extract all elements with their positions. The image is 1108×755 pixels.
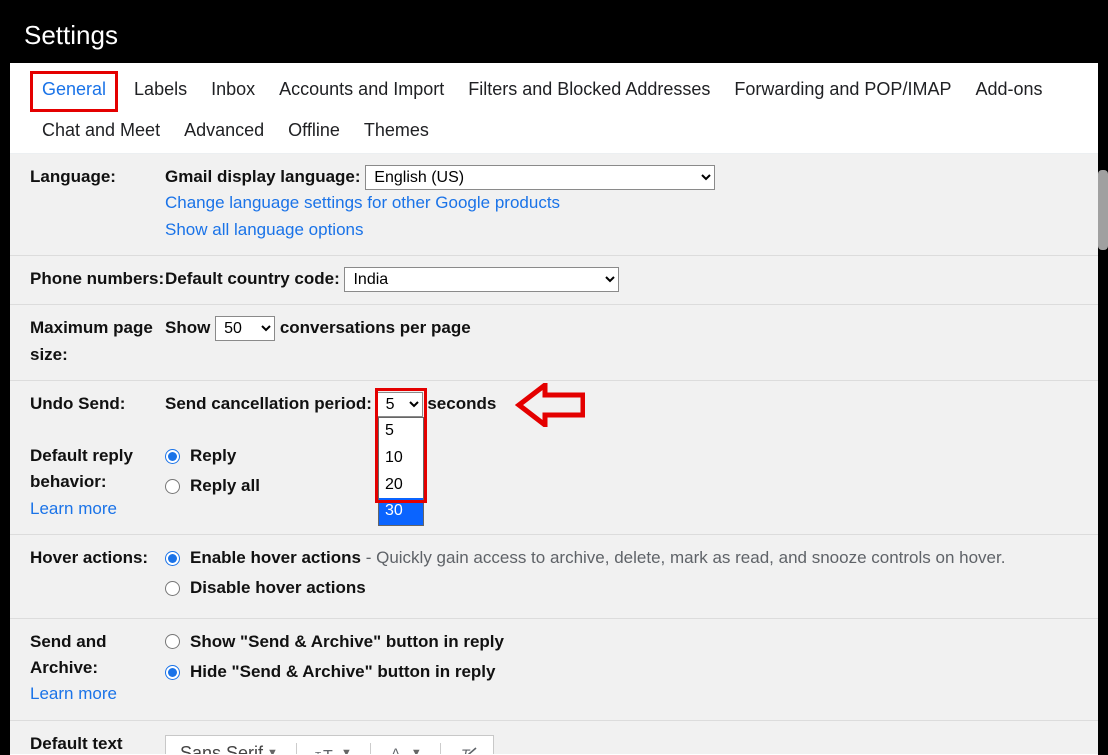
font-size-icon[interactable]: TT ▼ (315, 745, 352, 754)
hover-label: Hover actions: (30, 545, 165, 606)
svg-text:T: T (323, 748, 333, 754)
section-undo-send: Undo Send: Send cancellation period: 5 s… (10, 381, 1098, 433)
radio-show-sendarchive[interactable] (165, 634, 180, 649)
section-hover: Hover actions: Enable hover actions - Qu… (10, 535, 1098, 619)
hover-disable-label: Disable hover actions (190, 575, 366, 601)
chevron-down-icon: ▼ (267, 745, 278, 754)
pagesize-prefix: Show (165, 318, 210, 337)
page-title: Settings (24, 20, 1084, 51)
sa-hide-label: Hide "Send & Archive" button in reply (190, 659, 495, 685)
separator (370, 743, 371, 754)
settings-tabs: General Labels Inbox Accounts and Import… (10, 63, 1098, 154)
radio-hover-disable[interactable] (165, 581, 180, 596)
tab-themes[interactable]: Themes (352, 112, 441, 153)
text-color-icon[interactable]: A ▼ (389, 745, 422, 754)
separator (296, 743, 297, 754)
sa-show-label: Show "Send & Archive" button in reply (190, 629, 504, 655)
sendarchive-learn-more[interactable]: Learn more (30, 684, 117, 703)
radio-hover-enable[interactable] (165, 551, 180, 566)
undo-option-20[interactable]: 20 (379, 472, 423, 499)
language-label: Language: (30, 164, 165, 243)
undo-period-select[interactable]: 5 (377, 392, 423, 417)
tab-offline[interactable]: Offline (276, 112, 352, 153)
separator (440, 743, 441, 754)
tab-forwarding[interactable]: Forwarding and POP/IMAP (722, 71, 963, 112)
sendarchive-label: Send and Archive: Learn more (30, 629, 165, 708)
reply-option-replyall: Reply all (190, 473, 260, 499)
pagesize-suffix: conversations per page (280, 318, 471, 337)
undo-option-5[interactable]: 5 (379, 418, 423, 445)
radio-reply[interactable] (165, 449, 180, 464)
defaulttext-label: Default text (30, 731, 165, 754)
section-phone: Phone numbers: Default country code: Ind… (10, 256, 1098, 305)
section-send-archive: Send and Archive: Learn more Show "Send … (10, 619, 1098, 721)
undo-option-10[interactable]: 10 (379, 445, 423, 472)
radio-hide-sendarchive[interactable] (165, 665, 180, 680)
tab-inbox[interactable]: Inbox (199, 71, 267, 112)
clear-format-icon[interactable]: T (459, 745, 479, 754)
svg-text:A: A (391, 745, 401, 754)
tab-general[interactable]: General (30, 71, 118, 112)
tab-accounts[interactable]: Accounts and Import (267, 71, 456, 112)
svg-text:T: T (315, 751, 321, 754)
pagesize-select[interactable]: 50 (215, 316, 275, 341)
tab-advanced[interactable]: Advanced (172, 112, 276, 153)
tab-chat[interactable]: Chat and Meet (30, 112, 172, 153)
reply-label: Default reply behavior: Learn more (30, 443, 165, 522)
scrollbar[interactable] (1098, 170, 1108, 250)
undo-suffix: seconds (427, 394, 496, 413)
language-select[interactable]: English (US) (365, 165, 715, 190)
text-toolbar: Sans Serif ▼ TT ▼ A ▼ T (165, 735, 494, 754)
display-language-label: Gmail display language: (165, 167, 361, 186)
radio-reply-all[interactable] (165, 479, 180, 494)
pagesize-label: Maximum page size: (30, 315, 165, 368)
annotation-arrow-icon (515, 383, 585, 427)
undo-dropdown-open[interactable]: 5 10 20 30 (378, 417, 424, 526)
reply-option-reply: Reply (190, 443, 236, 469)
hover-enable-label: Enable hover actions (190, 548, 361, 567)
section-pagesize: Maximum page size: Show 50 conversations… (10, 305, 1098, 381)
link-other-products[interactable]: Change language settings for other Googl… (165, 193, 560, 212)
section-reply-behavior: Default reply behavior: Learn more Reply… (10, 433, 1098, 535)
tab-labels[interactable]: Labels (122, 71, 199, 112)
country-select[interactable]: India (344, 267, 619, 292)
phone-label: Phone numbers: (30, 266, 165, 292)
tab-addons[interactable]: Add-ons (963, 71, 1054, 112)
link-show-all-languages[interactable]: Show all language options (165, 220, 363, 239)
default-country-label: Default country code: (165, 269, 340, 288)
undo-label: Undo Send: (30, 391, 165, 421)
undo-option-30[interactable]: 30 (379, 498, 423, 525)
chevron-down-icon: ▼ (341, 745, 352, 754)
undo-prefix: Send cancellation period: (165, 394, 372, 413)
font-family-select[interactable]: Sans Serif ▼ (180, 740, 278, 754)
section-language: Language: Gmail display language: Englis… (10, 154, 1098, 256)
section-default-text: Default text Sans Serif ▼ TT ▼ A ▼ (10, 721, 1098, 754)
tab-filters[interactable]: Filters and Blocked Addresses (456, 71, 722, 112)
hover-enable-desc: - Quickly gain access to archive, delete… (361, 548, 1005, 567)
reply-learn-more[interactable]: Learn more (30, 499, 117, 518)
chevron-down-icon: ▼ (411, 745, 422, 754)
